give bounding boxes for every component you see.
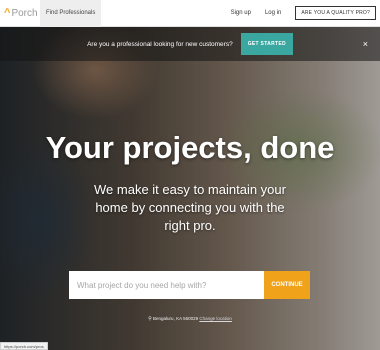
- sign-up-link[interactable]: Sign up: [231, 10, 251, 16]
- porch-logo[interactable]: ^ Porch: [0, 7, 40, 19]
- location-text: Bengaluru, KA 560029: [153, 316, 199, 321]
- log-in-link[interactable]: Log in: [265, 10, 281, 16]
- location-info: ⚲ Bengaluru, KA 560029 Change location: [0, 316, 380, 322]
- browser-status-url: https://porch.com/pros: [0, 342, 48, 350]
- location-pin-icon: ⚲: [148, 316, 152, 322]
- hero-subheadline: We make it easy to maintain your home by…: [94, 182, 286, 233]
- pro-promo-banner: Are you a professional looking for new c…: [0, 27, 380, 61]
- project-search-input[interactable]: [69, 271, 264, 299]
- promo-text: Are you a professional looking for new c…: [87, 40, 233, 48]
- project-search-form: CONTINUE: [69, 271, 310, 299]
- close-icon[interactable]: ×: [363, 39, 368, 49]
- nav-find-professionals[interactable]: Find Professionals: [40, 0, 102, 27]
- porch-logo-icon: ^: [4, 7, 11, 19]
- top-navigation: ^ Porch Find Professionals Sign up Log i…: [0, 0, 380, 27]
- porch-logo-text: Porch: [11, 7, 38, 19]
- quality-pro-button[interactable]: ARE YOU A QUALITY PRO?: [295, 6, 376, 20]
- hero-headline: Your projects, done: [45, 130, 335, 165]
- get-started-button[interactable]: GET STARTED: [240, 33, 293, 55]
- continue-button[interactable]: CONTINUE: [264, 271, 310, 299]
- nav-account-links: Sign up Log in ARE YOU A QUALITY PRO?: [231, 6, 380, 20]
- change-location-link[interactable]: Change location: [199, 316, 232, 321]
